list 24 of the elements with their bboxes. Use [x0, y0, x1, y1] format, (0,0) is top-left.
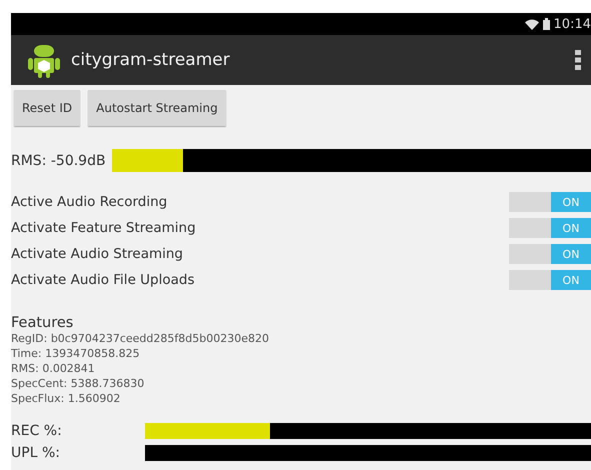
features-heading: Features: [11, 315, 74, 331]
toggle-label: Activate Audio File Uploads: [11, 272, 194, 288]
action-button[interactable]: Autostart Streaming: [88, 90, 226, 126]
wifi-icon: [524, 18, 539, 30]
feature-value: RMS: 0.002841: [11, 361, 96, 376]
toggle-label: Active Audio Recording: [11, 194, 168, 210]
rms-label: RMS: -50.9dB: [11, 152, 106, 168]
progress-label: UPL %:: [11, 445, 61, 461]
more-options-icon[interactable]: [575, 50, 581, 70]
battery-icon: [542, 18, 550, 30]
feature-value: SpecFlux: 1.560902: [11, 391, 122, 406]
feature-value: SpecCent: 5388.736830: [11, 376, 146, 391]
toggle-label: Activate Audio Streaming: [11, 246, 183, 262]
progress-label: REC %:: [11, 423, 63, 439]
feature-value: RegID: b0c9704237ceedd285f8d5b00230e820: [11, 331, 270, 346]
toggle-switch[interactable]: ON: [509, 218, 591, 238]
app-title: citygram-streamer: [71, 50, 231, 70]
clock-time: 10:14: [554, 16, 591, 32]
feature-value: Time: 1393470858.825: [11, 346, 141, 361]
toggle-switch[interactable]: ON: [509, 192, 591, 212]
toggle-switch[interactable]: ON: [509, 270, 591, 290]
toggle-label: Activate Feature Streaming: [11, 220, 196, 236]
action-button[interactable]: Reset ID: [14, 90, 80, 126]
toggle-switch[interactable]: ON: [509, 244, 591, 264]
